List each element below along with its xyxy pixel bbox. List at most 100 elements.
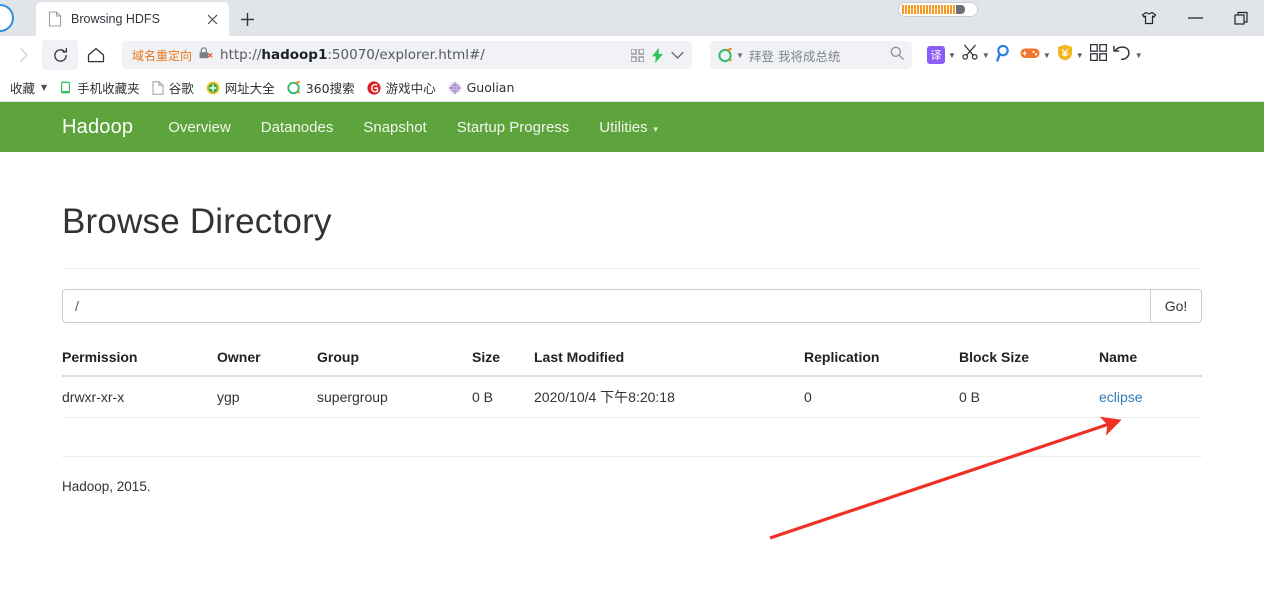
column-header-owner: Owner — [217, 341, 317, 377]
column-header-size: Size — [472, 341, 534, 377]
address-bar[interactable]: 域名重定向 http://hadoop1:50070/explorer.html… — [122, 41, 692, 69]
translate-tool[interactable]: 译 ▼ — [924, 40, 959, 70]
status-progress-indicator — [898, 2, 978, 17]
qr-code-icon[interactable] — [631, 48, 644, 62]
nav-item-snapshot[interactable]: Snapshot — [348, 119, 441, 136]
forward-arrow-icon[interactable] — [6, 40, 42, 70]
apps-tool[interactable] — [1087, 40, 1110, 70]
undo-tool[interactable]: ▼ — [1110, 40, 1146, 70]
cell-replication: 0 — [804, 376, 959, 418]
chevron-down-icon[interactable] — [671, 51, 684, 60]
bookmark-hao-directory[interactable]: 网址大全 — [200, 77, 281, 99]
minimize-button[interactable] — [1172, 0, 1218, 36]
url-scheme: http:// — [220, 47, 262, 63]
table-row: drwxr-xr-x ygp supergroup 0 B 2020/10/4 … — [62, 376, 1202, 418]
shield-yen-icon — [1057, 44, 1073, 66]
bookmark-favorites[interactable]: 收藏 ▼ — [4, 77, 53, 99]
bookmark-label: 网址大全 — [224, 81, 275, 96]
game-controller-icon — [1020, 46, 1040, 65]
chevron-down-icon: ▼ — [651, 124, 660, 134]
cell-name: eclipse — [1099, 376, 1202, 418]
column-header-replication: Replication — [804, 341, 959, 377]
page-icon — [48, 11, 62, 27]
go-button[interactable]: Go! — [1150, 289, 1202, 323]
bookmark-label: Guolian — [466, 80, 515, 95]
undo-arrow-icon — [1112, 45, 1132, 66]
scissors-icon — [962, 44, 979, 66]
bookmark-game-center[interactable]: 游戏中心 — [361, 77, 442, 99]
bookmarks-bar: 收藏 ▼ 手机收藏夹 谷歌 网址大全 360搜索 游戏中心 Guolian — [0, 74, 1264, 102]
reload-icon[interactable] — [42, 40, 78, 70]
lock-with-x-icon[interactable] — [198, 46, 213, 65]
chevron-down-icon[interactable]: ▼ — [982, 51, 990, 60]
page-viewport: Hadoop Overview Datanodes Snapshot Start… — [0, 102, 1264, 595]
cell-owner: ygp — [217, 376, 317, 418]
lightning-icon[interactable] — [652, 47, 663, 63]
tab-title: Browsing HDFS — [71, 12, 160, 26]
skin-button[interactable] — [1126, 0, 1172, 36]
bookmark-label: 游戏中心 — [385, 81, 436, 96]
hadoop-brand[interactable]: Hadoop — [62, 116, 133, 139]
find-tool[interactable] — [993, 40, 1017, 70]
nav-item-utilities-label: Utilities — [599, 118, 648, 136]
hadoop-navbar: Hadoop Overview Datanodes Snapshot Start… — [0, 102, 1264, 152]
redirect-badge: 域名重定向 — [132, 48, 193, 63]
column-header-group: Group — [317, 341, 472, 377]
360-search-icon — [287, 80, 301, 95]
browser-logo-icon — [0, 4, 14, 32]
url-host: hadoop1 — [261, 47, 328, 63]
search-input[interactable]: 拜登 我将成总统 — [749, 46, 890, 65]
page-icon — [152, 80, 164, 95]
page-container: Browse Directory Go! Permission Owner Gr… — [0, 202, 1264, 494]
bookmark-google[interactable]: 谷歌 — [146, 77, 200, 99]
nav-item-datanodes[interactable]: Datanodes — [246, 119, 349, 136]
chevron-down-icon[interactable]: ▼ — [736, 51, 744, 60]
close-icon[interactable] — [203, 10, 221, 28]
restore-button[interactable] — [1218, 0, 1264, 36]
cell-permission: drwxr-xr-x — [62, 376, 217, 418]
nav-item-overview[interactable]: Overview — [153, 119, 246, 136]
bookmark-360-search[interactable]: 360搜索 — [281, 77, 361, 99]
path-input[interactable] — [62, 289, 1150, 323]
screenshot-tool[interactable]: ▼ — [959, 40, 993, 70]
chevron-down-icon[interactable]: ▼ — [1135, 51, 1143, 60]
table-header-row: Permission Owner Group Size Last Modifie… — [62, 341, 1202, 377]
bookmark-label: 谷歌 — [168, 81, 194, 96]
chevron-down-icon[interactable]: ▼ — [1076, 51, 1084, 60]
chevron-down-icon[interactable]: ▼ — [948, 51, 956, 60]
grid-apps-icon — [1089, 43, 1107, 66]
path-browser-form: Go! — [62, 289, 1202, 323]
guolian-icon — [448, 81, 462, 95]
browser-tab-active[interactable]: Browsing HDFS — [36, 2, 229, 36]
bookmark-label: 手机收藏夹 — [77, 81, 140, 96]
column-header-permission: Permission — [62, 341, 217, 377]
cell-size: 0 B — [472, 376, 534, 418]
cell-group: supergroup — [317, 376, 472, 418]
shield-tool[interactable]: ▼ — [1054, 40, 1087, 70]
tab-strip: Browsing HDFS — [0, 0, 1264, 36]
search-box[interactable]: ▼ 拜登 我将成总统 — [710, 41, 912, 69]
column-header-block-size: Block Size — [959, 341, 1099, 377]
directory-link-eclipse[interactable]: eclipse — [1099, 389, 1143, 405]
column-header-last-modified: Last Modified — [534, 341, 804, 377]
bookmark-phone-favorites[interactable]: 手机收藏夹 — [53, 77, 146, 99]
chevron-down-icon[interactable]: ▼ — [1043, 51, 1051, 60]
nav-item-startup-progress[interactable]: Startup Progress — [442, 119, 585, 136]
cell-last-modified: 2020/10/4 下午8:20:18 — [534, 376, 804, 418]
game-tool[interactable]: ▼ — [1017, 40, 1054, 70]
chevron-down-icon[interactable]: ▼ — [41, 83, 47, 92]
home-icon[interactable] — [78, 40, 114, 70]
nav-item-utilities[interactable]: Utilities ▼ — [584, 119, 674, 136]
column-header-name: Name — [1099, 341, 1202, 377]
new-tab-button[interactable] — [229, 2, 265, 36]
url-path: :50070/explorer.html#/ — [327, 47, 485, 63]
directory-table: Permission Owner Group Size Last Modifie… — [62, 341, 1202, 418]
hao-plus-icon — [206, 81, 220, 95]
page-title: Browse Directory — [62, 202, 332, 241]
bookmark-guolian[interactable]: Guolian — [442, 77, 521, 99]
game-center-icon — [366, 80, 381, 95]
bookmark-label: 360搜索 — [305, 81, 355, 96]
title-divider — [62, 268, 1202, 269]
magnifier-icon — [996, 44, 1014, 67]
search-icon[interactable] — [890, 46, 904, 65]
